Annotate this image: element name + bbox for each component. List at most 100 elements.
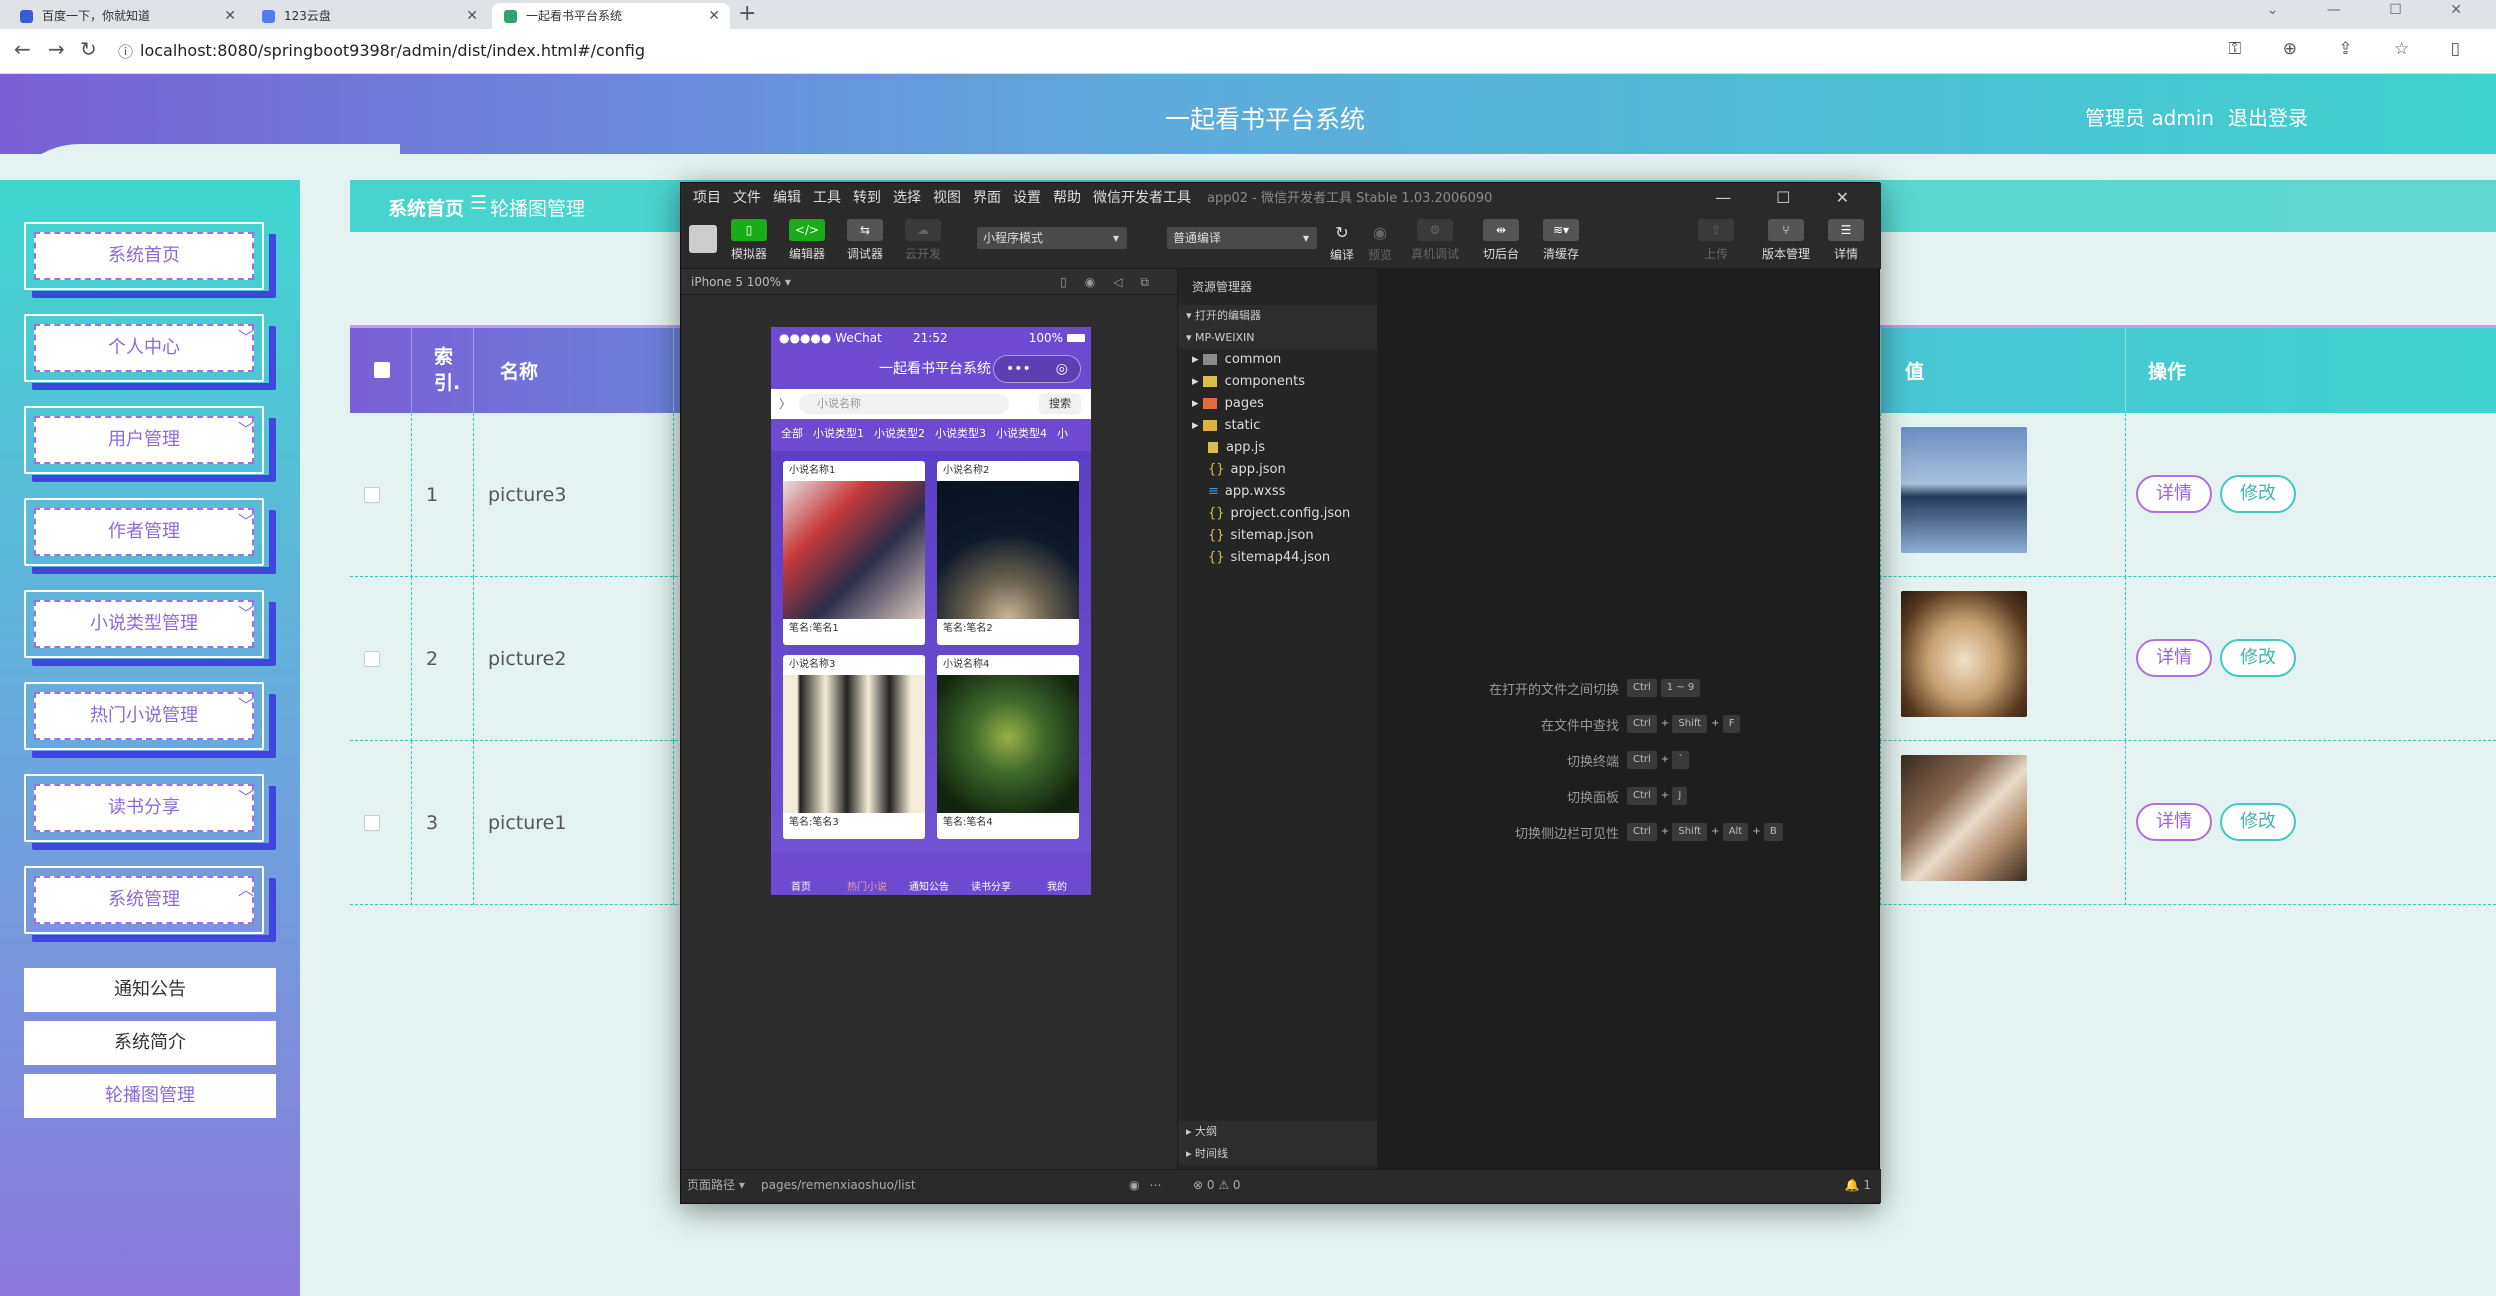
tabbar-notice[interactable]: 通知公告 [909, 878, 949, 893]
row-checkbox[interactable] [364, 651, 380, 667]
open-editors-section[interactable]: ▾ 打开的编辑器 [1178, 305, 1377, 327]
menu-interface[interactable]: 界面 [973, 190, 1001, 206]
devtools-window-controls[interactable]: — ☐ ✕ [1715, 183, 1869, 213]
edit-button[interactable]: 修改 [2220, 803, 2296, 841]
sidebar-item-profile[interactable]: 个人中心 ﹀ [24, 314, 276, 390]
menu-select[interactable]: 选择 [893, 190, 921, 206]
error-count[interactable]: ⊗ 0 ⚠ 0 [1193, 1170, 1241, 1200]
breadcrumb-home[interactable]: 系统首页 [388, 194, 464, 221]
browser-tab-active[interactable]: 一起看书平台系统 ✕ [492, 3, 730, 29]
menu-help[interactable]: 帮助 [1053, 190, 1081, 206]
select-all-checkbox[interactable] [374, 362, 390, 378]
cloud-button[interactable]: ☁ 云开发 [899, 219, 947, 262]
notification-bell-icon[interactable]: 🔔 1 [1845, 1170, 1871, 1200]
menu-goto[interactable]: 转到 [853, 190, 881, 206]
submenu-intro[interactable]: 系统简介 [24, 1021, 276, 1065]
close-capsule-icon[interactable]: ◎ [1056, 349, 1068, 389]
menu-file[interactable]: 文件 [733, 190, 761, 206]
backend-button[interactable]: ⇹ 切后台 [1471, 219, 1531, 262]
file-item[interactable]: {} sitemap44.json [1178, 547, 1377, 569]
close-tab-icon[interactable]: ✕ [224, 3, 236, 29]
window-controls[interactable]: ⌄ — ☐ ✕ [2267, 2, 2484, 18]
details-button[interactable]: ☰ 详情 [1821, 219, 1871, 262]
folder-item[interactable]: ▸ static [1178, 415, 1377, 437]
menu-edit[interactable]: 编辑 [773, 190, 801, 206]
site-info-icon[interactable]: ⓘ [118, 41, 133, 62]
reload-icon[interactable]: ↻ [80, 37, 97, 61]
upload-button[interactable]: ⇧ 上传 [1691, 219, 1741, 262]
folder-item[interactable]: ▸ common [1178, 349, 1377, 371]
browser-tab-123pan[interactable]: 123云盘 ✕ [250, 3, 488, 29]
phone-search-input[interactable]: 小说名称 [799, 394, 1009, 414]
clear-cache-button[interactable]: ≋▾ 清缓存 [1531, 219, 1591, 262]
avatar[interactable] [689, 225, 717, 253]
timeline-section[interactable]: ▸ 时间线 [1178, 1143, 1378, 1165]
device-select[interactable]: iPhone 5 100% ▾ [691, 275, 791, 289]
menu-project[interactable]: 项目 [693, 190, 721, 206]
forward-icon[interactable]: → [48, 37, 65, 61]
menu-view[interactable]: 视图 [933, 190, 961, 206]
back-icon[interactable]: 〉 [779, 395, 791, 412]
tab-type3[interactable]: 小说类型3 [935, 427, 986, 440]
sidebar-item-reading-share[interactable]: 读书分享 ﹀ [24, 774, 276, 850]
file-item[interactable]: {} sitemap.json [1178, 525, 1377, 547]
tab-more[interactable]: 小 [1057, 427, 1068, 440]
tabbar-mine[interactable]: 我的 [1047, 878, 1067, 893]
tabbar-share[interactable]: 读书分享 [971, 878, 1011, 893]
logout-link[interactable]: 退出登录 [2228, 102, 2308, 131]
version-button[interactable]: ⑂ 版本管理 [1751, 219, 1821, 262]
eye-more-icon[interactable]: ◉⋯ [1129, 1170, 1171, 1200]
url-input[interactable]: localhost:8080/springboot9398r/admin/dis… [140, 41, 645, 60]
more-icon[interactable]: ••• [1006, 349, 1031, 389]
compile-mode-select[interactable]: 普通编译 ▾ [1167, 227, 1317, 249]
row-checkbox[interactable] [364, 815, 380, 831]
sidebar-item-authors[interactable]: 作者管理 ﹀ [24, 498, 276, 574]
sidebar-item-novel-types[interactable]: 小说类型管理 ﹀ [24, 590, 276, 666]
page-path-label[interactable]: 页面路径 ▾ [687, 1170, 745, 1200]
submenu-carousel[interactable]: 轮播图管理 [24, 1074, 276, 1118]
novel-card[interactable]: 小说名称3 笔名:笔名3 [783, 655, 925, 839]
folder-item[interactable]: ▸ pages [1178, 393, 1377, 415]
sidebar-item-home[interactable]: 系统首页 [24, 222, 276, 298]
phone-search-button[interactable]: 搜索 [1039, 394, 1081, 414]
menu-settings[interactable]: 设置 [1013, 190, 1041, 206]
tab-type4[interactable]: 小说类型4 [996, 427, 1047, 440]
new-tab-button[interactable]: + [738, 1, 756, 26]
mode-select[interactable]: 小程序模式 ▾ [977, 227, 1127, 249]
tab-type1[interactable]: 小说类型1 [813, 427, 864, 440]
tab-all[interactable]: 全部 [781, 427, 803, 440]
close-tab-icon[interactable]: ✕ [708, 3, 720, 29]
sidebar-item-users[interactable]: 用户管理 ﹀ [24, 406, 276, 482]
novel-card[interactable]: 小说名称4 笔名:笔名4 [937, 655, 1079, 839]
editor-button[interactable]: </> 编辑器 [783, 219, 831, 262]
file-item[interactable]: {} project.config.json [1178, 503, 1377, 525]
project-section[interactable]: ▾ MP-WEIXIN [1178, 327, 1377, 349]
tabbar-home[interactable]: 首页 [791, 878, 811, 893]
browser-tab-baidu[interactable]: 百度一下，你就知道 ✕ [8, 3, 246, 29]
edit-button[interactable]: 修改 [2220, 639, 2296, 677]
preview-button[interactable]: ◉ 预览 [1355, 223, 1405, 263]
file-item[interactable]: app.js [1178, 437, 1377, 459]
tabbar-hot[interactable]: 热门小说 [847, 878, 887, 893]
sidebar-item-system[interactable]: 系统管理 ︿ [24, 866, 276, 942]
edit-button[interactable]: 修改 [2220, 475, 2296, 513]
simulator-button[interactable]: ▯ 模拟器 [725, 219, 773, 262]
folder-item[interactable]: ▸ components [1178, 371, 1377, 393]
detail-button[interactable]: 详情 [2136, 475, 2212, 513]
remote-debug-button[interactable]: ⚙ 真机调试 [1405, 219, 1465, 262]
tab-type2[interactable]: 小说类型2 [874, 427, 925, 440]
address-bar-icons[interactable]: ⚿ ⊕ ⇪ ☆ ▯ [2228, 39, 2478, 59]
debugger-button[interactable]: ⇆ 调试器 [841, 219, 889, 262]
file-item[interactable]: ≡ app.wxss [1178, 481, 1377, 503]
novel-card[interactable]: 小说名称2 笔名:笔名2 [937, 461, 1079, 645]
novel-card[interactable]: 小说名称1 笔名:笔名1 [783, 461, 925, 645]
detail-button[interactable]: 详情 [2136, 803, 2212, 841]
detail-button[interactable]: 详情 [2136, 639, 2212, 677]
submenu-notice[interactable]: 通知公告 [24, 968, 276, 1012]
row-checkbox[interactable] [364, 487, 380, 503]
back-icon[interactable]: ← [14, 37, 31, 61]
menu-tools[interactable]: 工具 [813, 190, 841, 206]
close-tab-icon[interactable]: ✕ [466, 3, 478, 29]
menu-devtools[interactable]: 微信开发者工具 [1093, 190, 1191, 206]
outline-section[interactable]: ▸ 大纲 [1178, 1121, 1378, 1143]
